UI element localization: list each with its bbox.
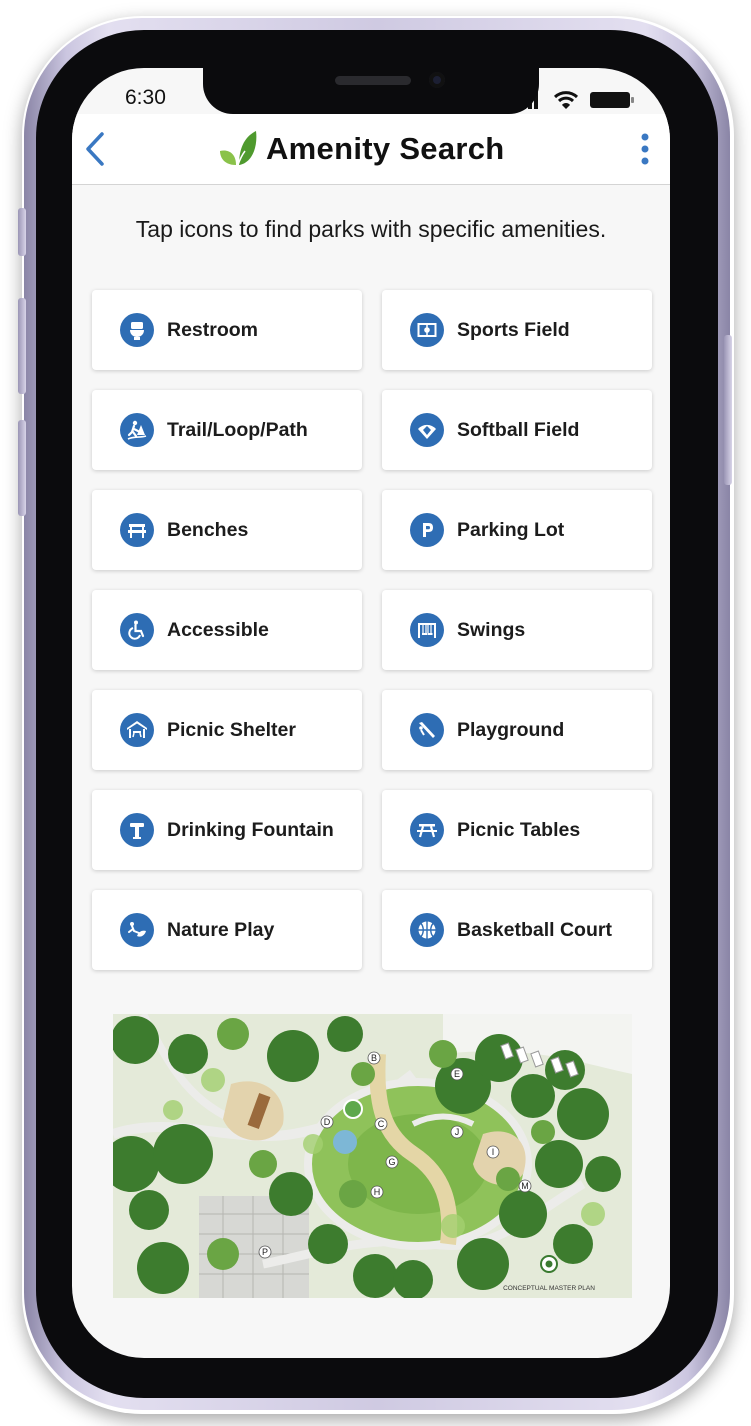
notch [203,68,539,114]
plan-label: I [492,1147,495,1157]
plan-label: H [374,1187,381,1197]
amenity-label: Picnic Tables [457,818,581,841]
volume-up-button [18,298,26,394]
bench-icon [120,513,154,547]
swings-icon [410,613,444,647]
navigation-bar: Amenity Search [72,114,670,185]
status-time: 6:30 [125,86,166,109]
softball-field-icon [410,413,444,447]
app-title: Amenity Search [218,126,505,172]
amenity-picnic-tables-button[interactable]: Picnic Tables [382,790,652,870]
plan-label: M [521,1181,529,1191]
parking-icon [410,513,444,547]
amenity-trail-button[interactable]: Trail/Loop/Path [92,390,362,470]
hiker-icon [120,413,154,447]
amenity-label: Restroom [167,318,259,341]
slide-icon [410,713,444,747]
amenity-label: Basketball Court [457,918,612,941]
amenity-label: Sports Field [457,318,570,341]
wheelchair-icon [120,613,154,647]
amenity-benches-button[interactable]: Benches [92,490,362,570]
amenity-label: Picnic Shelter [167,718,296,741]
amenity-picnic-shelter-button[interactable]: Picnic Shelter [92,690,362,770]
amenity-label: Swings [457,618,526,641]
amenity-label: Playground [457,718,565,741]
restroom-icon [120,313,154,347]
nature-play-icon [120,913,154,947]
mute-switch [18,208,26,256]
plan-label: B [371,1053,377,1063]
plan-label: G [388,1157,395,1167]
amenity-label: Softball Field [457,418,580,441]
amenity-label: Nature Play [167,918,275,941]
plan-label: D [324,1117,331,1127]
amenity-accessible-button[interactable]: Accessible [92,590,362,670]
more-vertical-icon[interactable] [638,132,652,166]
front-camera [429,72,445,88]
wifi-icon [553,91,579,109]
plan-label: E [454,1069,460,1079]
amenity-nature-play-button[interactable]: Nature Play [92,890,362,970]
leaf-logo-icon [220,131,257,166]
power-button [724,335,732,485]
amenity-label: Trail/Loop/Path [167,418,308,441]
amenity-label: Accessible [167,618,269,641]
amenity-parking-lot-button[interactable]: Parking Lot [382,490,652,570]
plan-label: P [262,1247,268,1257]
amenity-label: Drinking Fountain [167,818,334,841]
amenity-restroom-button[interactable]: Restroom [92,290,362,370]
picnic-table-icon [410,813,444,847]
instruction-text: Tap icons to find parks with specific am… [135,216,607,242]
screen: 6:30 Amenity Search Tap icons to find pa… [72,68,670,1358]
amenity-drinking-fountain-button[interactable]: Drinking Fountain [92,790,362,870]
amenity-basketball-court-button[interactable]: Basketball Court [382,890,652,970]
plan-label: J [455,1127,460,1137]
amenity-label: Benches [167,518,249,541]
sports-field-icon [410,313,444,347]
plan-label: C [378,1119,385,1129]
battery-icon [590,92,634,108]
plan-caption: CONCEPTUAL MASTER PLAN [503,1285,595,1292]
amenity-playground-button[interactable]: Playground [382,690,652,770]
volume-down-button [18,420,26,516]
fountain-icon [120,813,154,847]
park-master-plan-image: B C D E G H I J M P CONCEPTUAL MASTER PL… [113,1014,632,1298]
amenity-softball-field-button[interactable]: Softball Field [382,390,652,470]
shelter-icon [120,713,154,747]
speaker [335,76,411,85]
basketball-icon [410,913,444,947]
amenity-sports-field-button[interactable]: Sports Field [382,290,652,370]
back-chevron-icon[interactable] [80,130,110,168]
amenity-swings-button[interactable]: Swings [382,590,652,670]
page-title: Amenity Search [266,131,505,166]
amenity-label: Parking Lot [457,518,565,541]
